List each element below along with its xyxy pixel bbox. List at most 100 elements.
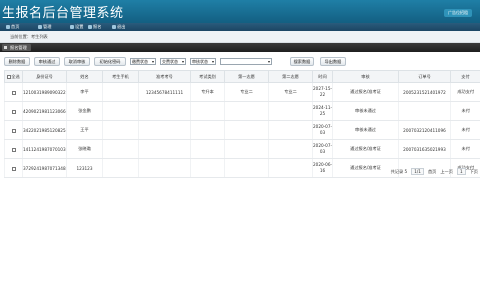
- second-choice-cell: [268, 139, 313, 159]
- record-count: 共记录 5: [390, 168, 408, 174]
- audit-link[interactable]: 通过报名/准考证: [332, 158, 399, 178]
- column-header: 支付: [450, 70, 480, 83]
- row-select: [4, 158, 23, 178]
- phone-cell: [102, 101, 139, 121]
- order-cell: 2007031635021993: [398, 139, 451, 159]
- menu-item-home[interactable]: 首页: [6, 24, 19, 30]
- tab-signup-manage[interactable]: 报名管理: [2, 44, 31, 51]
- student-table: 全选 身份证号 姓名 考生手机 准考考号 考试类别 第一志愿 第二志愿 时间 审…: [4, 70, 480, 178]
- table-row: 342202198512082511 王平 2020-07-03 审核未通过 2…: [4, 120, 480, 140]
- column-header: 第二志愿: [268, 70, 313, 83]
- row-select: [4, 82, 23, 102]
- toolbar: 删除数据 审核通过 取消审核 初始化密码 缴费状态 交费状态 审核状态 搜索数据…: [0, 57, 480, 67]
- first-choice-cell: [224, 158, 269, 178]
- banner-tag[interactable]: 广告位招租: [444, 9, 472, 17]
- type-cell: [190, 101, 225, 121]
- second-choice-cell: [268, 101, 313, 121]
- approve-button[interactable]: 审核通过: [34, 57, 60, 66]
- name-cell: 李平: [66, 82, 103, 102]
- filter-fee-status[interactable]: 交费状态: [160, 58, 186, 65]
- audit-link[interactable]: 通过报名/准考证: [332, 82, 399, 102]
- cancel-approve-button[interactable]: 取消审核: [64, 57, 90, 66]
- ticket-cell: [138, 139, 191, 159]
- filter-pay-status[interactable]: 缴费状态: [130, 58, 156, 65]
- next-page-link[interactable]: 下页: [470, 169, 478, 175]
- menu-label: 管理: [43, 24, 52, 29]
- name-cell: 123123: [66, 158, 103, 178]
- time-cell: 2020-06-16: [312, 158, 333, 178]
- menu-label: 退出: [117, 24, 126, 29]
- column-header: 考试类别: [190, 70, 225, 83]
- id-cell: 141124198707010372: [22, 139, 67, 159]
- table-header-row: 全选 身份证号 姓名 考生手机 准考考号 考试类别 第一志愿 第二志愿 时间 审…: [4, 70, 480, 83]
- column-header: 准考考号: [138, 70, 191, 83]
- pay-status: 未付: [450, 101, 480, 121]
- row-checkbox[interactable]: [11, 166, 16, 171]
- ticket-cell: 12345678411111: [138, 82, 191, 102]
- table-row: 420902198112306615 张金鹏 2024-11-25 审核未通过 …: [4, 101, 480, 121]
- page-number-input[interactable]: 1: [456, 168, 466, 175]
- col-select-all[interactable]: 全选: [4, 70, 23, 83]
- row-checkbox[interactable]: [11, 109, 16, 114]
- row-select: [4, 101, 23, 121]
- phone-cell: [102, 82, 139, 102]
- logout-icon: [112, 25, 116, 29]
- app-banner: 生报名后台管理系统 广告位招租: [0, 0, 480, 23]
- first-choice-cell: [224, 139, 269, 159]
- first-choice-cell: 专业二: [224, 82, 269, 102]
- audit-link[interactable]: 通过报名/准考证: [332, 139, 399, 159]
- top-menu: 首页 管理 设置 报名 退出: [0, 23, 480, 31]
- pay-status: 成功支付: [450, 82, 480, 102]
- delete-button[interactable]: 删除数据: [4, 57, 30, 66]
- column-header: 审核: [332, 70, 399, 83]
- menu-item-settings[interactable]: 设置: [70, 24, 83, 30]
- phone-cell: [102, 158, 139, 178]
- time-cell: 2024-11-25: [312, 101, 333, 121]
- breadcrumb: 当前位置：考生列表: [10, 34, 48, 39]
- prev-page-link[interactable]: 上一页: [440, 169, 453, 175]
- reset-password-button[interactable]: 初始化密码: [94, 57, 126, 66]
- menu-item-manage[interactable]: 管理: [38, 24, 51, 30]
- order-cell: 2005231521401972: [398, 82, 451, 102]
- row-select: [4, 120, 23, 140]
- row-select: [4, 139, 23, 159]
- signup-icon: [88, 25, 92, 29]
- search-button[interactable]: 搜索数据: [290, 57, 314, 66]
- id-cell: 121003198909032210: [22, 82, 67, 102]
- column-header: 订单号: [398, 70, 451, 83]
- name-cell: 张晓璐: [66, 139, 103, 159]
- row-checkbox[interactable]: [11, 128, 16, 133]
- row-checkbox[interactable]: [11, 147, 16, 152]
- menu-item-logout[interactable]: 退出: [112, 24, 125, 30]
- ticket-cell: [138, 120, 191, 140]
- audit-link[interactable]: 审核未通过: [332, 101, 399, 121]
- menu-label: 首页: [11, 24, 20, 29]
- settings-icon: [70, 25, 74, 29]
- table-row: 121003198909032210 李平 12345678411111 专升本…: [4, 82, 480, 102]
- name-cell: 张金鹏: [66, 101, 103, 121]
- column-header: 考生手机: [102, 70, 139, 83]
- second-choice-cell: [268, 158, 313, 178]
- export-button[interactable]: 导出数据: [320, 57, 346, 66]
- app-title: 生报名后台管理系统: [2, 6, 124, 21]
- search-input[interactable]: [220, 58, 272, 65]
- audit-link[interactable]: 审核未通过: [332, 120, 399, 140]
- column-header: 时间: [312, 70, 333, 83]
- tab-label: 报名管理: [10, 45, 27, 50]
- time-cell: 2020-07-03: [312, 139, 333, 159]
- menu-label: 报名: [93, 24, 102, 29]
- column-header: 姓名: [66, 70, 103, 83]
- ticket-cell: [138, 158, 191, 178]
- id-cell: 342202198512082511: [22, 120, 67, 140]
- menu-item-signup[interactable]: 报名: [88, 24, 101, 30]
- first-page-link[interactable]: 首页: [428, 169, 436, 175]
- filter-audit-status[interactable]: 审核状态: [190, 58, 216, 65]
- order-cell: 2007032120411096: [398, 120, 451, 140]
- phone-cell: [102, 120, 139, 140]
- name-cell: 王平: [66, 120, 103, 140]
- phone-cell: [102, 139, 139, 159]
- first-choice-cell: [224, 120, 269, 140]
- second-choice-cell: [268, 120, 313, 140]
- pay-status: 未付: [450, 120, 480, 140]
- row-checkbox[interactable]: [11, 90, 16, 95]
